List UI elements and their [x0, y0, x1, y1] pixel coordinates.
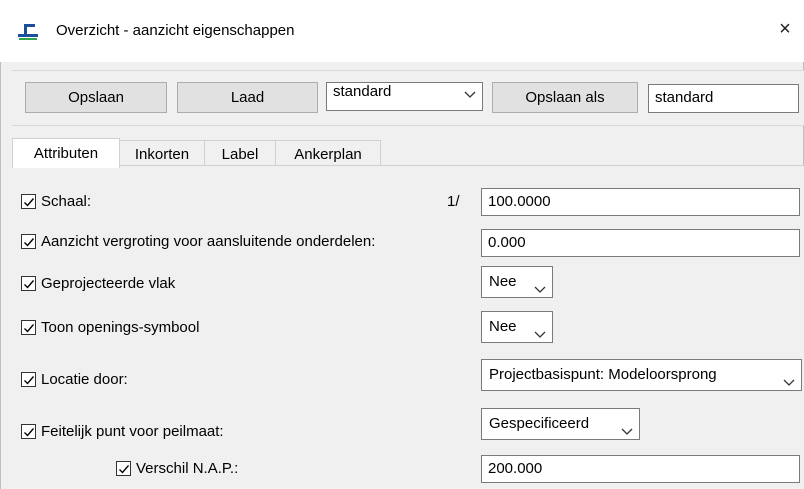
save-as-name-input[interactable]: standard	[648, 84, 799, 113]
feitelijk-dropdown[interactable]: Gespecificeerd	[481, 408, 640, 440]
chevron-down-icon	[783, 368, 795, 398]
checkmark-icon	[24, 238, 35, 247]
checkmark-icon	[24, 376, 35, 385]
vergroting-input[interactable]: 0.000	[481, 229, 800, 257]
tab-label[interactable]: Label	[204, 140, 276, 168]
checkmark-icon	[24, 428, 35, 437]
locatie-label: Locatie door:	[41, 371, 128, 388]
vergroting-label: Aanzicht vergroting voor aansluitende on…	[41, 233, 376, 250]
tab-inkorten[interactable]: Inkorten	[119, 140, 205, 168]
openings-dropdown[interactable]: Nee	[481, 311, 553, 343]
close-icon: ×	[779, 18, 791, 40]
save-as-button[interactable]: Opslaan als	[492, 82, 638, 113]
nap-label: Verschil N.A.P.:	[136, 460, 239, 477]
openings-checkbox[interactable]	[21, 320, 36, 335]
chevron-down-icon	[534, 320, 546, 350]
feitelijk-label: Feitelijk punt voor peilmaat:	[41, 423, 224, 440]
feitelijk-checkbox[interactable]	[21, 424, 36, 439]
app-window-icon	[16, 22, 42, 42]
nap-checkbox[interactable]	[116, 461, 131, 476]
geprojecteerde-dropdown[interactable]: Nee	[481, 266, 553, 298]
load-button[interactable]: Laad	[177, 82, 318, 113]
schaal-label: Schaal:	[41, 193, 92, 210]
locatie-dropdown[interactable]: Projectbasispunt: Modeloorsprong	[481, 359, 802, 391]
schaal-checkbox[interactable]	[21, 194, 36, 209]
save-button[interactable]: Opslaan	[25, 82, 167, 113]
chevron-down-icon	[464, 87, 476, 102]
geprojecteerde-label: Geprojecteerde vlak	[41, 275, 176, 292]
schaal-input[interactable]: 100.0000	[481, 188, 800, 216]
geprojecteerde-value: Nee	[489, 273, 517, 290]
checkmark-icon	[24, 324, 35, 333]
vergroting-checkbox[interactable]	[21, 234, 36, 249]
geprojecteerde-checkbox[interactable]	[21, 276, 36, 291]
schaal-prefix: 1/	[447, 193, 460, 210]
close-button[interactable]: ×	[772, 16, 798, 42]
openings-value: Nee	[489, 318, 517, 335]
window-title: Overzicht - aanzicht eigenschappen	[56, 22, 295, 39]
locatie-checkbox[interactable]	[21, 372, 36, 387]
tab-attributen[interactable]: Attributen	[12, 138, 120, 168]
chevron-down-icon	[621, 417, 633, 447]
checkmark-icon	[119, 465, 130, 474]
preset-select[interactable]: standard	[326, 82, 483, 111]
checkmark-icon	[24, 198, 35, 207]
chevron-down-icon	[534, 275, 546, 305]
nap-input[interactable]: 200.000	[481, 455, 800, 483]
tab-ankerplan[interactable]: Ankerplan	[275, 140, 381, 168]
feitelijk-value: Gespecificeerd	[489, 415, 590, 432]
openings-label: Toon openings-symbool	[41, 319, 200, 336]
checkmark-icon	[24, 280, 35, 289]
preset-select-value: standard	[333, 83, 392, 100]
locatie-value: Projectbasispunt: Modeloorsprong	[489, 366, 717, 383]
